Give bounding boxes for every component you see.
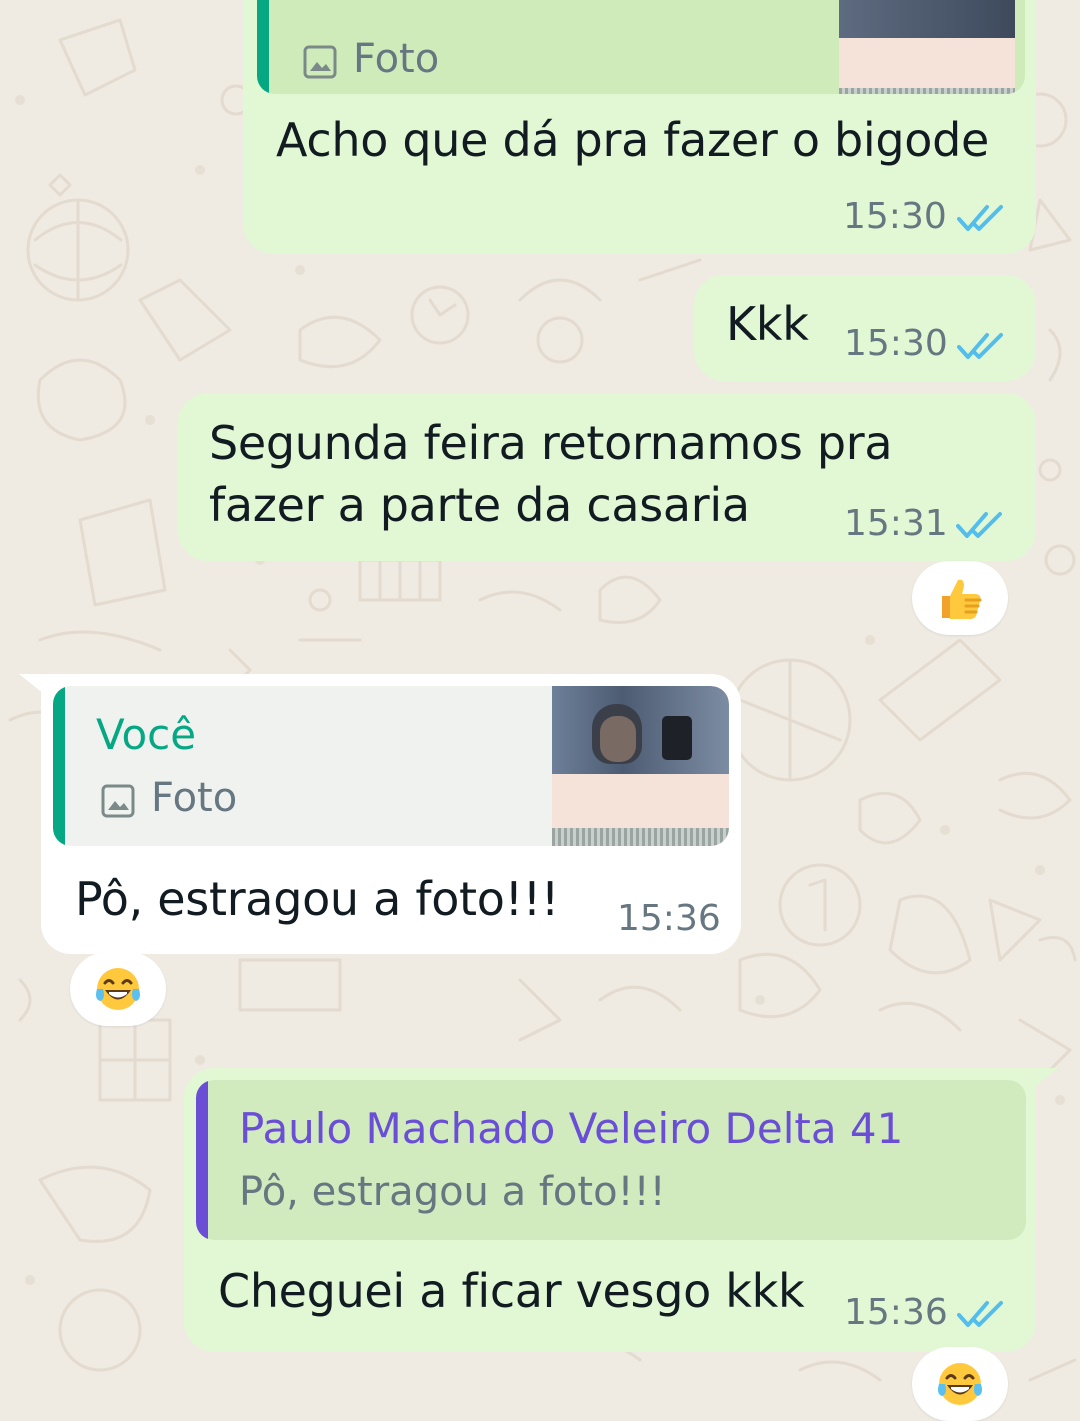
read-receipt-icon xyxy=(957,205,1003,231)
quote-author: Paulo Machado Veleiro Delta 41 xyxy=(239,1104,904,1153)
quote-author: Você xyxy=(96,710,197,759)
quote-text: Pô, estragou a foto!!! xyxy=(239,1169,666,1215)
photo-icon xyxy=(303,45,337,79)
bubble-tail xyxy=(19,674,49,698)
quote-accent-bar xyxy=(53,686,65,846)
message-bubble-incoming[interactable]: Você Foto Pô, estragou a foto!!! 15:36 xyxy=(19,674,741,954)
quote-accent-bar xyxy=(196,1080,208,1240)
reaction-tears-of-joy[interactable] xyxy=(70,952,166,1026)
message-time: 15:31 xyxy=(844,503,948,544)
quote-accent-bar xyxy=(257,0,269,94)
photo-icon xyxy=(101,784,135,818)
quoted-photo-reply[interactable]: Você Foto xyxy=(53,686,729,846)
message-bubble-outgoing[interactable]: Segunda feira retornamos pra fazer a par… xyxy=(178,393,1036,561)
message-text: Pô, estragou a foto!!! xyxy=(75,872,560,926)
message-text-line-2: fazer a parte da casaria xyxy=(209,478,750,532)
message-time: 15:30 xyxy=(844,323,948,364)
message-bubble-outgoing[interactable]: Kkk 15:30 xyxy=(694,275,1036,381)
quoted-photo-thumbnail xyxy=(839,0,1015,94)
message-time: 15:36 xyxy=(844,1292,948,1333)
message-bubble-outgoing[interactable]: Paulo Machado Veleiro Delta 41 Pô, estra… xyxy=(184,1068,1058,1352)
read-receipt-icon xyxy=(956,512,1002,538)
message-text: Kkk xyxy=(726,297,809,351)
message-bubble-outgoing[interactable]: Foto Acho que dá pra fazer o bigode 15:3… xyxy=(243,0,1036,254)
reaction-thumbs-up[interactable] xyxy=(912,561,1008,635)
quoted-message-reply[interactable]: Paulo Machado Veleiro Delta 41 Pô, estra… xyxy=(196,1080,1026,1240)
read-receipt-icon xyxy=(957,333,1003,359)
message-time: 15:30 xyxy=(843,196,947,237)
bubble-tail xyxy=(1028,1068,1058,1092)
quoted-photo-reply[interactable]: Foto xyxy=(257,0,1025,94)
reaction-tears-of-joy[interactable] xyxy=(912,1347,1008,1421)
read-receipt-icon xyxy=(957,1301,1003,1327)
thumbs-up-emoji xyxy=(942,579,982,619)
message-time: 15:36 xyxy=(617,898,721,939)
quote-type-label: Foto xyxy=(353,36,440,82)
quoted-photo-thumbnail xyxy=(552,686,729,846)
message-text-line-1: Segunda feira retornamos pra xyxy=(209,416,893,470)
tears-of-joy-emoji xyxy=(938,1363,982,1405)
quote-type-label: Foto xyxy=(151,775,238,821)
message-text: Cheguei a ficar vesgo kkk xyxy=(218,1264,805,1318)
message-text: Acho que dá pra fazer o bigode xyxy=(276,113,990,167)
tears-of-joy-emoji xyxy=(96,968,140,1010)
